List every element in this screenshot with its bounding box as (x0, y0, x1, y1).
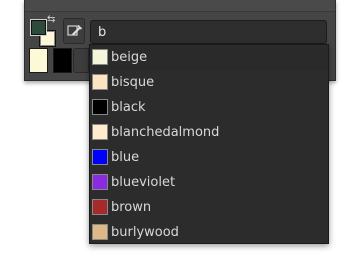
color-name-search-field[interactable] (90, 20, 327, 44)
color-swatch-icon (92, 49, 108, 65)
suggestion-item-blue[interactable]: blue (90, 145, 328, 170)
suggestion-label: black (111, 100, 146, 115)
search-input[interactable] (91, 21, 326, 43)
suggestion-label: brown (111, 200, 152, 215)
history-swatch[interactable] (53, 48, 72, 73)
color-swatch-icon (92, 74, 108, 90)
suggestion-label: blueviolet (111, 175, 176, 190)
suggestion-label: burlywood (111, 225, 179, 240)
history-more-button[interactable] (73, 48, 89, 73)
fg-bg-color-widget: ⇆ (29, 15, 57, 48)
color-swatch-icon (92, 149, 108, 165)
suggestion-item-brown[interactable]: brown (90, 195, 328, 220)
suggestion-item-blueviolet[interactable]: blueviolet (90, 170, 328, 195)
suggestion-label: blanchedalmond (111, 125, 220, 140)
color-swatch-icon (92, 199, 108, 215)
suggestion-item-beige[interactable]: beige (90, 45, 328, 70)
color-picker-button[interactable] (63, 18, 85, 44)
panel-header-strip (25, 0, 335, 12)
suggestion-label: beige (111, 50, 148, 65)
color-editor-window: ⇆ beige bisque black blanchedalmond blue blue… (0, 0, 358, 266)
foreground-color-swatch[interactable] (30, 19, 47, 36)
color-picker-icon (67, 24, 82, 36)
color-swatch-icon (92, 124, 108, 140)
suggestion-item-blanchedalmond[interactable]: blanchedalmond (90, 120, 328, 145)
suggestion-label: bisque (111, 75, 155, 90)
color-swatch-icon (92, 99, 108, 115)
suggestion-item-black[interactable]: black (90, 95, 328, 120)
suggestion-item-bisque[interactable]: bisque (90, 70, 328, 95)
swap-colors-icon[interactable]: ⇆ (47, 15, 55, 25)
suggestion-label: blue (111, 150, 140, 165)
color-swatch-icon (92, 174, 108, 190)
color-swatch-icon (92, 224, 108, 240)
suggestion-item-burlywood[interactable]: burlywood (90, 220, 328, 245)
history-swatch[interactable] (29, 48, 48, 73)
color-name-suggestions: beige bisque black blanchedalmond blue bluevi… (89, 44, 329, 244)
